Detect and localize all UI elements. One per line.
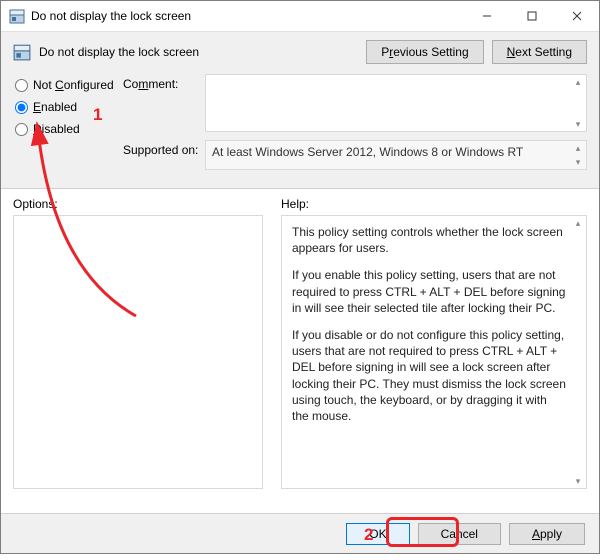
help-text: This policy setting controls whether the… — [282, 216, 586, 443]
help-label: Help: — [281, 197, 587, 211]
radio-disabled-label: Disabled — [33, 122, 80, 136]
radio-not-configured[interactable] — [15, 79, 28, 92]
comment-label: Comment: — [123, 74, 205, 132]
close-button[interactable] — [554, 1, 599, 31]
options-label: Options: — [13, 197, 263, 211]
minimize-button[interactable] — [464, 1, 509, 31]
supported-label: Supported on: — [123, 140, 205, 170]
ok-button[interactable]: OK — [346, 523, 409, 545]
upper-panel: Do not display the lock screen Previous … — [1, 31, 599, 189]
comment-textbox[interactable]: ▴ ▾ — [205, 74, 587, 132]
apply-button[interactable]: Apply — [509, 523, 585, 545]
policy-icon — [9, 8, 25, 24]
radio-enabled[interactable] — [15, 101, 28, 114]
button-bar: OK Cancel Apply — [1, 513, 599, 553]
chevron-up-icon[interactable]: ▴ — [573, 218, 583, 228]
state-radio-group: Not Configured Enabled Disabled — [13, 74, 123, 144]
help-paragraph: If you disable or do not configure this … — [292, 327, 566, 424]
help-paragraph: This policy setting controls whether the… — [292, 224, 566, 256]
chevron-down-icon[interactable]: ▾ — [573, 476, 583, 486]
supported-on-text: At least Windows Server 2012, Windows 8 … — [212, 145, 523, 159]
maximize-button[interactable] — [509, 1, 554, 31]
options-panel — [13, 215, 263, 489]
next-setting-button[interactable]: Next Setting — [492, 40, 587, 64]
supported-on-textbox: At least Windows Server 2012, Windows 8 … — [205, 140, 587, 170]
chevron-up-icon[interactable]: ▴ — [573, 77, 583, 87]
cancel-button[interactable]: Cancel — [418, 523, 501, 545]
radio-not-configured-label: Not Configured — [33, 78, 114, 92]
window-controls — [464, 1, 599, 31]
chevron-down-icon[interactable]: ▾ — [573, 119, 583, 129]
chevron-down-icon[interactable]: ▾ — [573, 157, 583, 167]
window-title: Do not display the lock screen — [31, 9, 464, 23]
dialog-window: Do not display the lock screen Do n — [0, 0, 600, 554]
policy-title: Do not display the lock screen — [39, 45, 366, 59]
radio-enabled-label: Enabled — [33, 100, 77, 114]
chevron-up-icon[interactable]: ▴ — [573, 143, 583, 153]
radio-disabled[interactable] — [15, 123, 28, 136]
help-panel: This policy setting controls whether the… — [281, 215, 587, 489]
policy-icon — [13, 43, 31, 61]
titlebar[interactable]: Do not display the lock screen — [1, 1, 599, 31]
previous-setting-button[interactable]: Previous Setting — [366, 40, 483, 64]
help-paragraph: If you enable this policy setting, users… — [292, 267, 566, 316]
middle-panel: Options: Help: This policy setting contr… — [1, 189, 599, 489]
